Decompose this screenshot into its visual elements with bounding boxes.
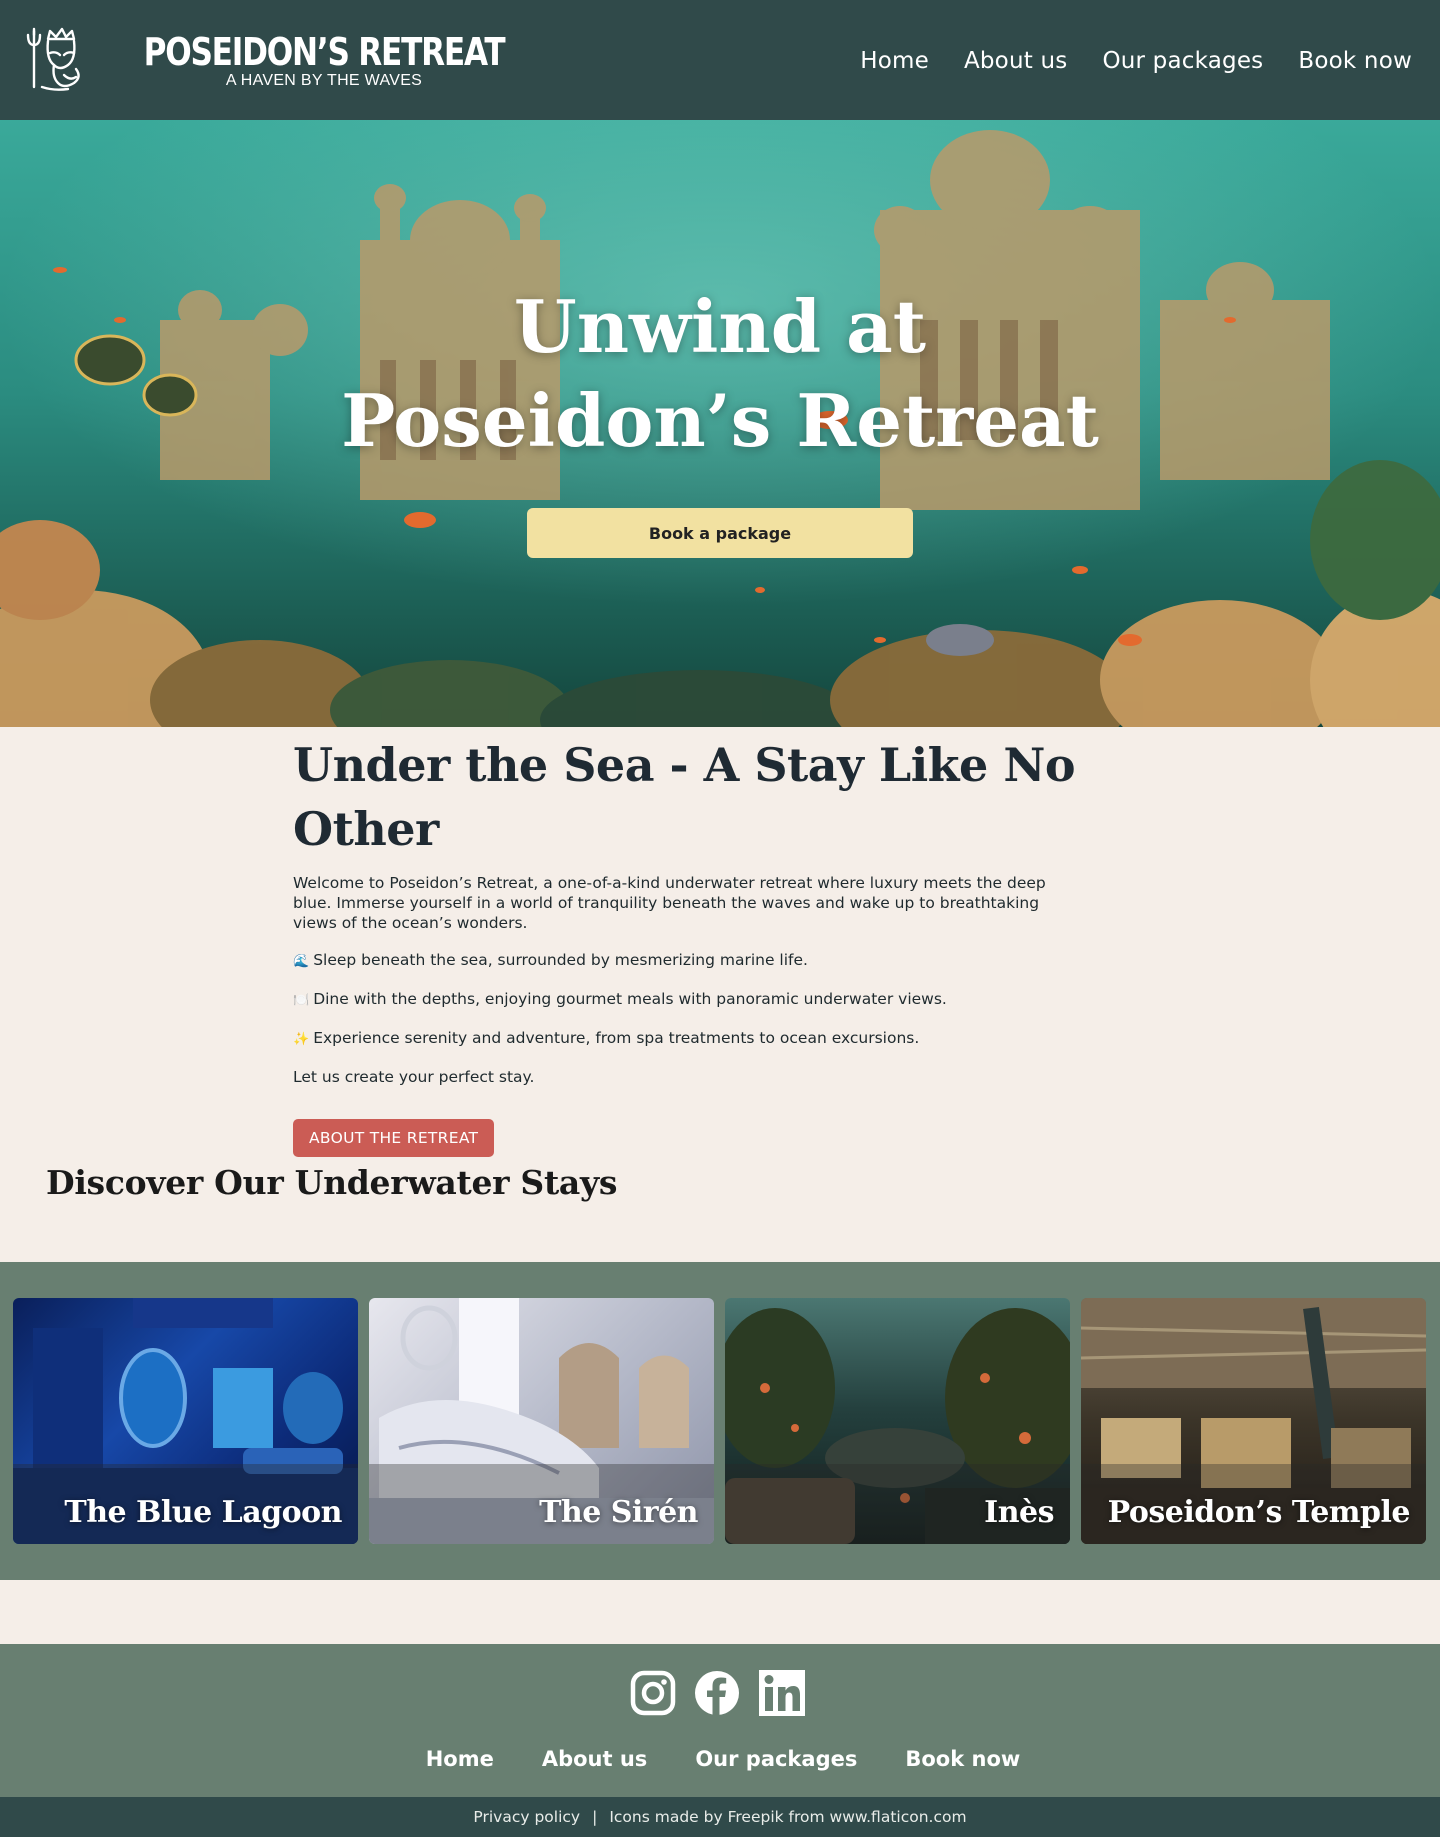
- bottom-bar: Privacy policy | Icons made by Freepik f…: [0, 1797, 1440, 1837]
- nav-home[interactable]: Home: [860, 48, 929, 74]
- hero-title-line-2: Poseidon’s Retreat: [341, 378, 1099, 463]
- hero-title: Unwind at Poseidon’s Retreat: [0, 280, 1440, 468]
- intro-closing-text: Let us create your perfect stay.: [293, 1068, 535, 1086]
- privacy-policy-link[interactable]: Privacy policy: [473, 1808, 580, 1826]
- intro-feature-text: Experience serenity and adventure, from …: [313, 1029, 920, 1047]
- main-nav: Home About us Our packages Book now: [860, 48, 1412, 74]
- facebook-icon[interactable]: [694, 1670, 740, 1716]
- discover-title: Discover Our Underwater Stays: [46, 1163, 618, 1202]
- social-links: [630, 1670, 805, 1716]
- footer-nav-home[interactable]: Home: [426, 1747, 494, 1771]
- site-header: POSEIDON’S RETREAT A HAVEN BY THE WAVES …: [0, 0, 1440, 120]
- stay-card-ines[interactable]: Inès: [725, 1298, 1070, 1544]
- separator: |: [592, 1808, 598, 1826]
- stay-card-blue-lagoon[interactable]: The Blue Lagoon: [13, 1298, 358, 1544]
- stay-card-poseidons-temple[interactable]: Poseidon’s Temple: [1081, 1298, 1426, 1544]
- linkedin-icon[interactable]: [758, 1670, 805, 1716]
- nav-book-now[interactable]: Book now: [1298, 48, 1412, 74]
- stays-section: The Blue Lagoon The Sirén Inès Poseidon’…: [0, 1262, 1440, 1580]
- stay-card-siren[interactable]: The Sirén: [369, 1298, 714, 1544]
- stay-card-label: The Sirén: [539, 1495, 698, 1530]
- intro-feature-item: ✨ Experience serenity and adventure, from…: [293, 1028, 1083, 1050]
- intro-welcome-text: Welcome to Poseidon’s Retreat, a one-of-…: [293, 874, 1046, 932]
- plate-icon: 🍽️: [293, 993, 310, 1008]
- brand-name: POSEIDON’S RETREAT: [143, 30, 506, 74]
- intro-heading: Under the Sea - A Stay Like No Other: [293, 738, 1076, 856]
- sparkles-icon: ✨: [293, 1032, 310, 1047]
- stay-card-label: Poseidon’s Temple: [1107, 1495, 1411, 1530]
- intro-feature-text: Dine with the depths, enjoying gourmet m…: [313, 990, 947, 1008]
- footer-nav-about-us[interactable]: About us: [542, 1747, 647, 1771]
- book-package-button[interactable]: Book a package: [527, 508, 913, 558]
- stay-card-label: The Blue Lagoon: [64, 1495, 342, 1530]
- brand-tagline: A HAVEN BY THE WAVES: [225, 72, 423, 89]
- icon-credits: Icons made by Freepik from www.flaticon.…: [609, 1808, 967, 1826]
- about-retreat-button[interactable]: ABOUT THE RETREAT: [293, 1119, 495, 1157]
- intro-feature-item: 🌊 Sleep beneath the sea, surrounded by me…: [293, 950, 1083, 972]
- site-footer: Home About us Our packages Book now: [0, 1644, 1440, 1797]
- hero-section: Unwind at Poseidon’s Retreat Book a pack…: [0, 120, 1440, 727]
- intro-feature-text: Sleep beneath the sea, surrounded by mes…: [313, 951, 808, 969]
- wave-icon: 🌊: [293, 954, 310, 969]
- intro-feature-item: 🍽️ Dine with the depths, enjoying gourmet…: [293, 989, 1083, 1011]
- intro-section: Under the Sea - A Stay Like No Other Wel…: [293, 733, 1193, 1157]
- footer-nav: Home About us Our packages Book now: [0, 1747, 1440, 1771]
- footer-nav-book-now[interactable]: Book now: [905, 1747, 1020, 1771]
- brand[interactable]: POSEIDON’S RETREAT A HAVEN BY THE WAVES: [24, 25, 544, 95]
- stay-card-label: Inès: [984, 1495, 1054, 1530]
- stays-cards: The Blue Lagoon The Sirén Inès Poseidon’…: [13, 1298, 1426, 1544]
- footer-nav-our-packages[interactable]: Our packages: [695, 1747, 857, 1771]
- nav-about-us[interactable]: About us: [964, 48, 1067, 74]
- poseidon-logo-icon: [26, 27, 80, 91]
- instagram-icon[interactable]: [630, 1670, 676, 1716]
- hero-title-line-1: Unwind at: [513, 284, 927, 369]
- nav-our-packages[interactable]: Our packages: [1102, 48, 1263, 74]
